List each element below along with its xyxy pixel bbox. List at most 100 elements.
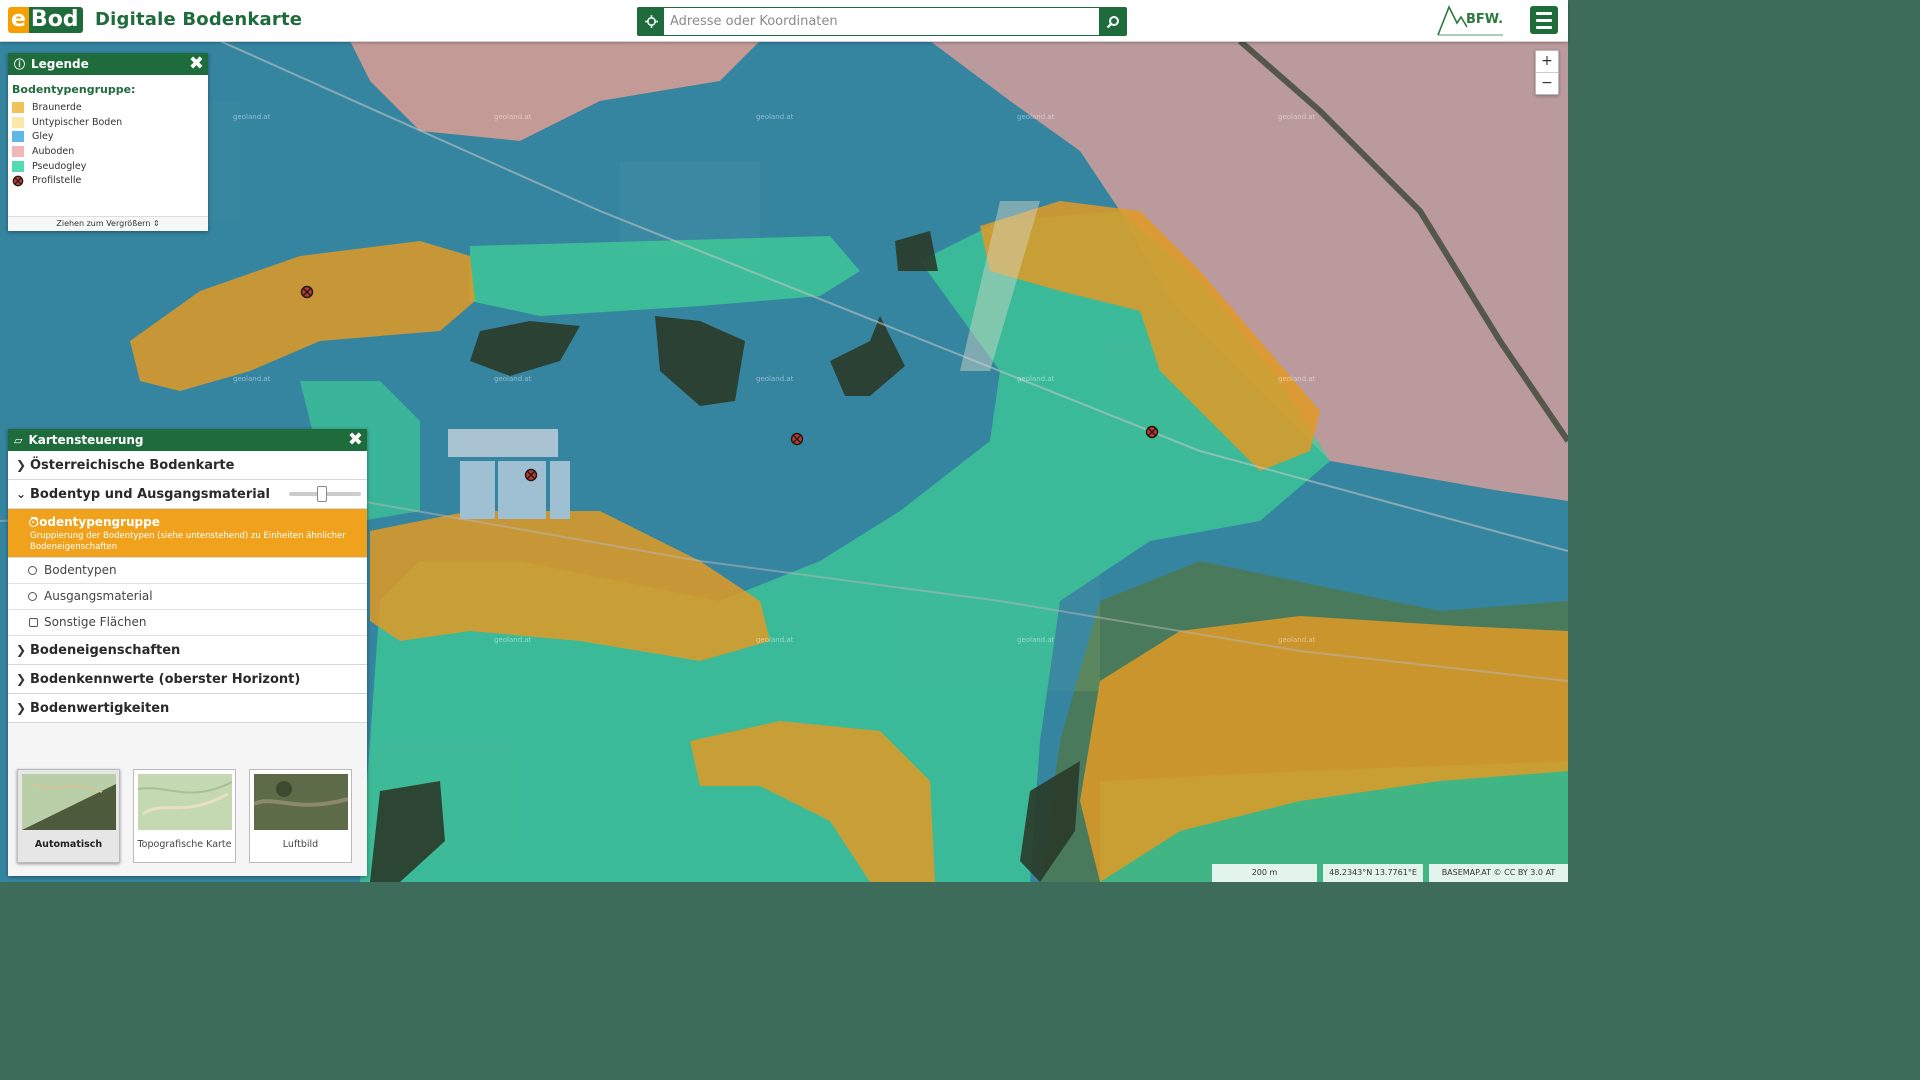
- legend-item-label: Pseudogley: [32, 160, 87, 172]
- search-button[interactable]: [1099, 8, 1126, 35]
- option-sonstige-flaechen[interactable]: Sonstige Flächen: [8, 610, 367, 636]
- basemap-thumbnail: [21, 774, 116, 830]
- legend-item-braunerde: Braunerde: [8, 100, 208, 115]
- profilstelle-marker[interactable]: [524, 468, 538, 482]
- legend-item-label: Gley: [32, 131, 54, 143]
- option-label: Bodentypengruppe: [30, 515, 160, 529]
- map-watermark: geoland.at: [756, 375, 794, 383]
- control-close-button[interactable]: ✖: [348, 429, 363, 451]
- legend-item-label: Braunerde: [32, 101, 82, 113]
- section-bodentyp-ausgangsmaterial[interactable]: ⌄ Bodentyp und Ausgangsmaterial: [8, 480, 367, 509]
- zoom-control: + −: [1535, 50, 1559, 95]
- map-watermark: geoland.at: [494, 375, 532, 383]
- basemap-luftbild[interactable]: Luftbild: [249, 769, 352, 863]
- legend-resize-label: Ziehen zum Vergrößern: [56, 219, 151, 228]
- profilstelle-marker[interactable]: [300, 285, 314, 299]
- radio-icon[interactable]: [28, 566, 37, 575]
- coordinates-label: 48.2343°N 13.7761°E: [1329, 868, 1417, 877]
- legend-swatch: [12, 131, 24, 143]
- radio-selected-icon[interactable]: [29, 518, 38, 527]
- zoom-in-button[interactable]: +: [1536, 51, 1558, 73]
- map-watermark: geoland.at: [756, 113, 794, 121]
- section-label: Bodenkennwerte (oberster Horizont): [30, 671, 301, 687]
- zoom-out-button[interactable]: −: [1536, 73, 1558, 94]
- hamburger-menu-button[interactable]: [1530, 6, 1558, 34]
- bfw-logo-text: BFW.: [1466, 12, 1504, 27]
- profilstelle-marker[interactable]: [790, 432, 804, 446]
- control-title: Kartensteuerung: [28, 433, 144, 447]
- profilstelle-icon: [12, 175, 24, 187]
- map-watermark: geoland.at: [756, 636, 794, 644]
- logo-bod: Bod: [28, 7, 83, 33]
- menu-bar-icon: [1536, 18, 1552, 22]
- legend-item-untypischer-boden: Untypischer Boden: [8, 115, 208, 130]
- control-header[interactable]: ▱ Kartensteuerung ✖: [8, 429, 367, 451]
- crosshair-icon: [644, 15, 658, 28]
- option-bodentypengruppe[interactable]: Bodentypengruppe Gruppierung der Bodenty…: [8, 509, 367, 558]
- map-watermark: geoland.at: [1017, 375, 1055, 383]
- info-icon: ⓘ: [14, 58, 25, 71]
- coordinates-display: 48.2343°N 13.7761°E: [1323, 864, 1423, 882]
- chevron-down-icon: ⌄: [16, 487, 27, 501]
- map-watermark: geoland.at: [1017, 113, 1055, 121]
- basemap-thumbnail: [137, 774, 232, 830]
- option-label: Ausgangsmaterial: [44, 589, 153, 603]
- legend-item-gley: Gley: [8, 129, 208, 144]
- map-watermark: geoland.at: [1017, 636, 1055, 644]
- legend-swatch: [12, 160, 24, 172]
- legend-swatch: [12, 116, 24, 128]
- map-watermark: geoland.at: [1278, 636, 1316, 644]
- map-watermark: geoland.at: [494, 113, 532, 121]
- chevron-right-icon: ❯: [16, 458, 27, 472]
- scale-bar: 200 m: [1212, 864, 1317, 882]
- locate-button[interactable]: [638, 8, 664, 35]
- legend-swatch: [12, 145, 24, 157]
- basemap-label: Topografische Karte: [137, 839, 232, 850]
- legend-resize-handle[interactable]: Ziehen zum Vergrößern ⇕: [8, 216, 208, 231]
- chevron-right-icon: ❯: [16, 672, 27, 686]
- profilstelle-marker[interactable]: [1145, 425, 1159, 439]
- search-input[interactable]: [664, 8, 1099, 35]
- legend-title: Legende: [31, 57, 89, 71]
- section-label: Bodeneigenschaften: [30, 642, 181, 658]
- menu-bar-icon: [1536, 25, 1552, 29]
- app-title: Digitale Bodenkarte: [95, 9, 303, 30]
- map-icon: ▱: [14, 433, 23, 447]
- resize-arrows-icon: ⇕: [152, 219, 160, 228]
- ebod-logo[interactable]: e Bod: [8, 7, 83, 33]
- map-watermark: geoland.at: [233, 113, 271, 121]
- map-control-panel: ▱ Kartensteuerung ✖ ❯ Österreichische Bo…: [8, 429, 367, 876]
- section-bodeneigenschaften[interactable]: ❯ Bodeneigenschaften: [8, 636, 367, 665]
- option-description: Gruppierung der Bodentypen (siehe untens…: [30, 531, 346, 552]
- legend-section-title: Bodentypengruppe:: [12, 83, 136, 96]
- section-bodenwertigkeiten[interactable]: ❯ Bodenwertigkeiten: [8, 694, 367, 723]
- legend-item-label: Auboden: [32, 145, 75, 157]
- legend-item-profilstelle: Profilstelle: [8, 173, 208, 188]
- radio-icon[interactable]: [28, 592, 37, 601]
- legend-close-button[interactable]: ✖: [189, 53, 204, 75]
- legend-panel: ⓘ Legende ✖ Bodentypengruppe: Braunerde …: [8, 53, 208, 231]
- option-bodentypen[interactable]: Bodentypen: [8, 558, 367, 584]
- section-bodenkennwerte[interactable]: ❯ Bodenkennwerte (oberster Horizont): [8, 665, 367, 694]
- menu-bar-icon: [1536, 11, 1552, 15]
- chevron-right-icon: ❯: [16, 643, 27, 657]
- section-oesterreichische-bodenkarte[interactable]: ❯ Österreichische Bodenkarte: [8, 451, 367, 480]
- app-header: e Bod Digitale Bodenkarte BFW.: [0, 0, 1568, 42]
- search-bar: [637, 7, 1127, 36]
- legend-item-auboden: Auboden: [8, 144, 208, 159]
- section-label: Bodenwertigkeiten: [30, 700, 170, 716]
- option-label: Bodentypen: [44, 563, 117, 577]
- slider-handle[interactable]: [317, 486, 327, 502]
- option-ausgangsmaterial[interactable]: Ausgangsmaterial: [8, 584, 367, 610]
- map-watermark: geoland.at: [233, 375, 271, 383]
- legend-header[interactable]: ⓘ Legende ✖: [8, 53, 208, 75]
- basemap-thumbnail: [252, 774, 349, 830]
- legend-item-label: Untypischer Boden: [32, 116, 123, 128]
- basemap-topografische-karte[interactable]: Topografische Karte: [133, 769, 236, 863]
- basemap-automatisch[interactable]: Automatisch: [17, 769, 120, 863]
- opacity-slider[interactable]: [289, 486, 361, 502]
- map-watermark: geoland.at: [1278, 113, 1316, 121]
- legend-item-pseudogley: Pseudogley: [8, 159, 208, 174]
- section-label: Bodentyp und Ausgangsmaterial: [30, 486, 270, 502]
- checkbox-icon[interactable]: [29, 618, 38, 627]
